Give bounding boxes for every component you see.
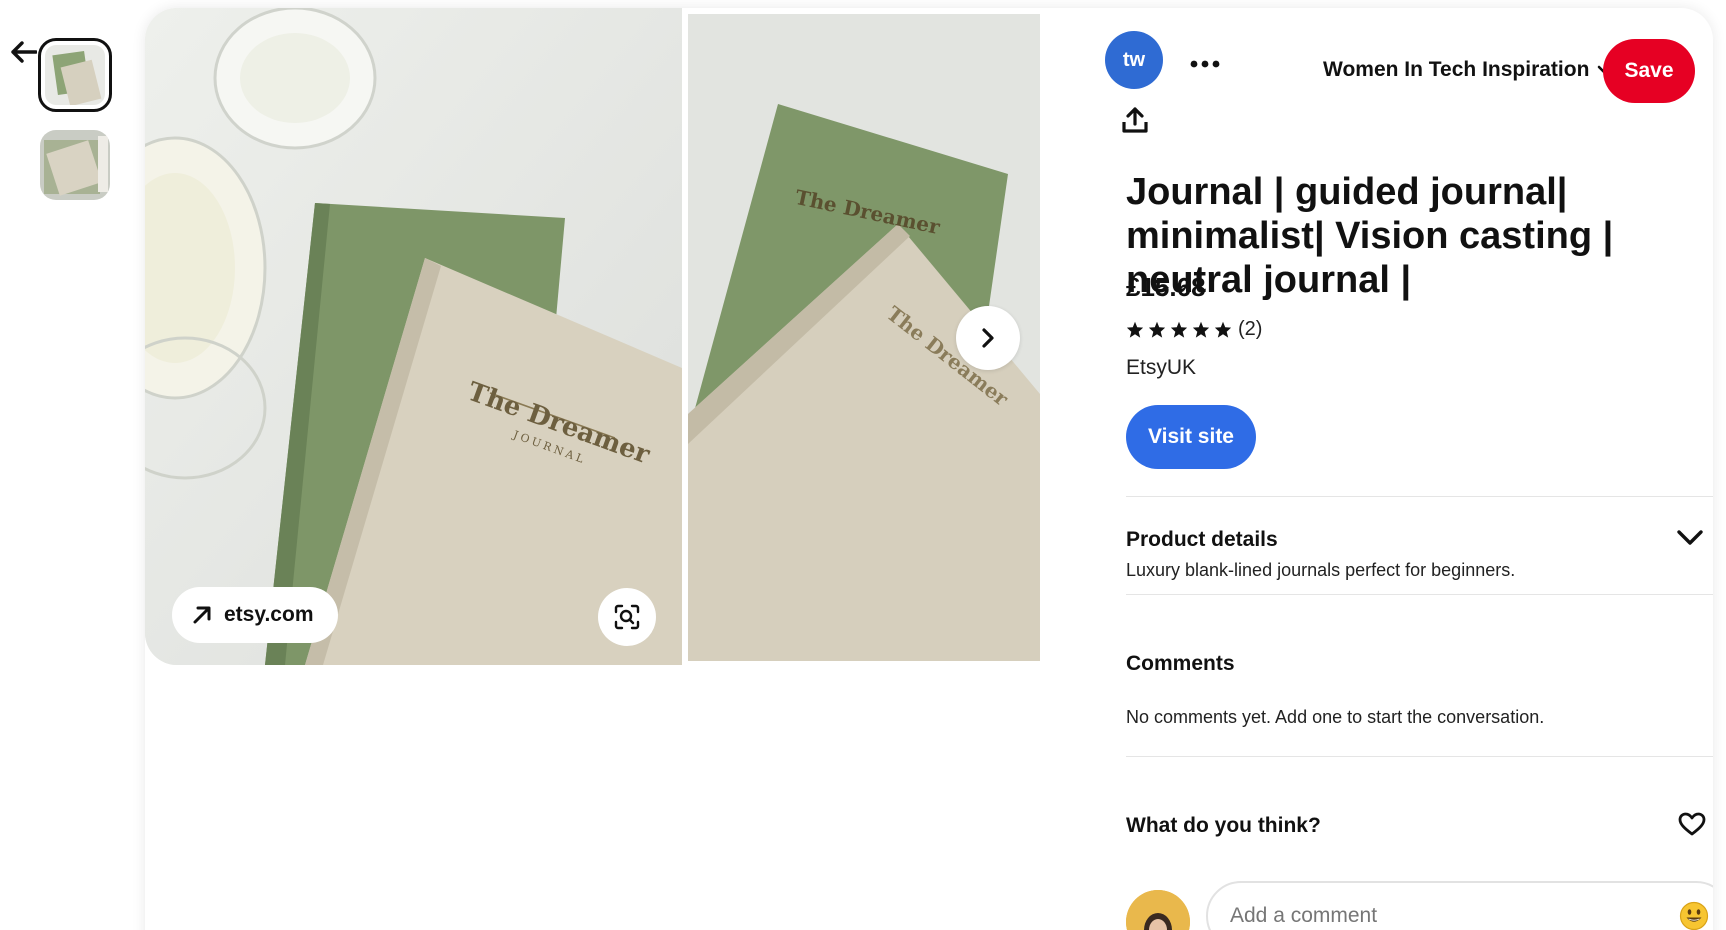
comment-input[interactable] xyxy=(1230,904,1677,928)
comment-box xyxy=(1206,881,1713,930)
review-count: (2) xyxy=(1238,318,1263,340)
visit-site-label: Visit site xyxy=(1148,425,1234,448)
star-icon xyxy=(1214,321,1232,338)
visit-site-button[interactable]: Visit site xyxy=(1126,405,1256,469)
profile-avatar[interactable]: tw xyxy=(1105,31,1163,89)
thumbnail-image xyxy=(40,130,110,200)
product-details-toggle[interactable] xyxy=(1670,518,1710,558)
star-rating xyxy=(1126,321,1232,338)
visual-search-button[interactable] xyxy=(598,588,656,646)
smiley-emoji-icon xyxy=(1679,901,1709,930)
arrow-left-icon xyxy=(11,41,37,63)
pin-main-image[interactable]: The Dreamer JOURNAL etsy.com xyxy=(145,8,682,665)
thumbnail-2[interactable] xyxy=(40,130,110,200)
product-details-heading[interactable]: Product details xyxy=(1126,528,1278,552)
product-price: £15.68 xyxy=(1126,272,1206,302)
board-selector[interactable]: Women In Tech Inspiration xyxy=(1323,58,1613,82)
source-domain: etsy.com xyxy=(224,603,314,626)
arrow-up-right-icon xyxy=(193,606,211,624)
board-name: Women In Tech Inspiration xyxy=(1323,58,1590,81)
feedback-prompt: What do you think? xyxy=(1126,814,1321,837)
back-button[interactable] xyxy=(4,36,44,68)
share-icon xyxy=(1122,107,1148,133)
ellipsis-icon xyxy=(1190,60,1220,68)
thumbnail-1[interactable] xyxy=(38,38,112,112)
heart-icon xyxy=(1678,812,1706,835)
journal-photo xyxy=(145,8,682,665)
visual-search-icon xyxy=(614,604,640,630)
pin-title: Journal | guided journal| minimalist| Vi… xyxy=(1126,171,1614,301)
star-icon xyxy=(1148,321,1166,338)
profile-initials: tw xyxy=(1122,48,1146,71)
pin-details-panel: tw Women In Tech Inspiration Save Journa… xyxy=(1085,8,1713,930)
star-icon xyxy=(1126,321,1144,338)
emoji-button[interactable] xyxy=(1677,899,1711,930)
chevron-down-icon xyxy=(1677,530,1703,545)
comments-empty-text: No comments yet. Add one to start the co… xyxy=(1126,707,1545,727)
thumbnail-image xyxy=(45,45,105,105)
seller-name[interactable]: EtsyUK xyxy=(1126,356,1196,380)
next-image-button[interactable] xyxy=(956,306,1020,370)
chevron-right-icon xyxy=(982,328,994,348)
comments-heading: Comments xyxy=(1126,652,1235,675)
save-button[interactable]: Save xyxy=(1603,39,1695,103)
user-avatar-image xyxy=(1126,890,1190,930)
pin-card: The Dreamer JOURNAL etsy.com The Dreamer… xyxy=(145,8,1713,930)
user-avatar[interactable] xyxy=(1126,890,1190,930)
divider xyxy=(1126,756,1713,757)
product-details-description: Luxury blank-lined journals perfect for … xyxy=(1126,560,1516,580)
star-icon xyxy=(1170,321,1188,338)
divider xyxy=(1126,496,1713,497)
more-options-button[interactable] xyxy=(1185,44,1225,84)
share-button[interactable] xyxy=(1113,98,1157,142)
divider xyxy=(1126,594,1713,595)
source-link-button[interactable]: etsy.com xyxy=(172,587,338,643)
product-rating[interactable]: (2) xyxy=(1126,318,1262,341)
react-button[interactable] xyxy=(1672,804,1712,844)
save-label: Save xyxy=(1624,59,1674,82)
star-icon xyxy=(1192,321,1210,338)
